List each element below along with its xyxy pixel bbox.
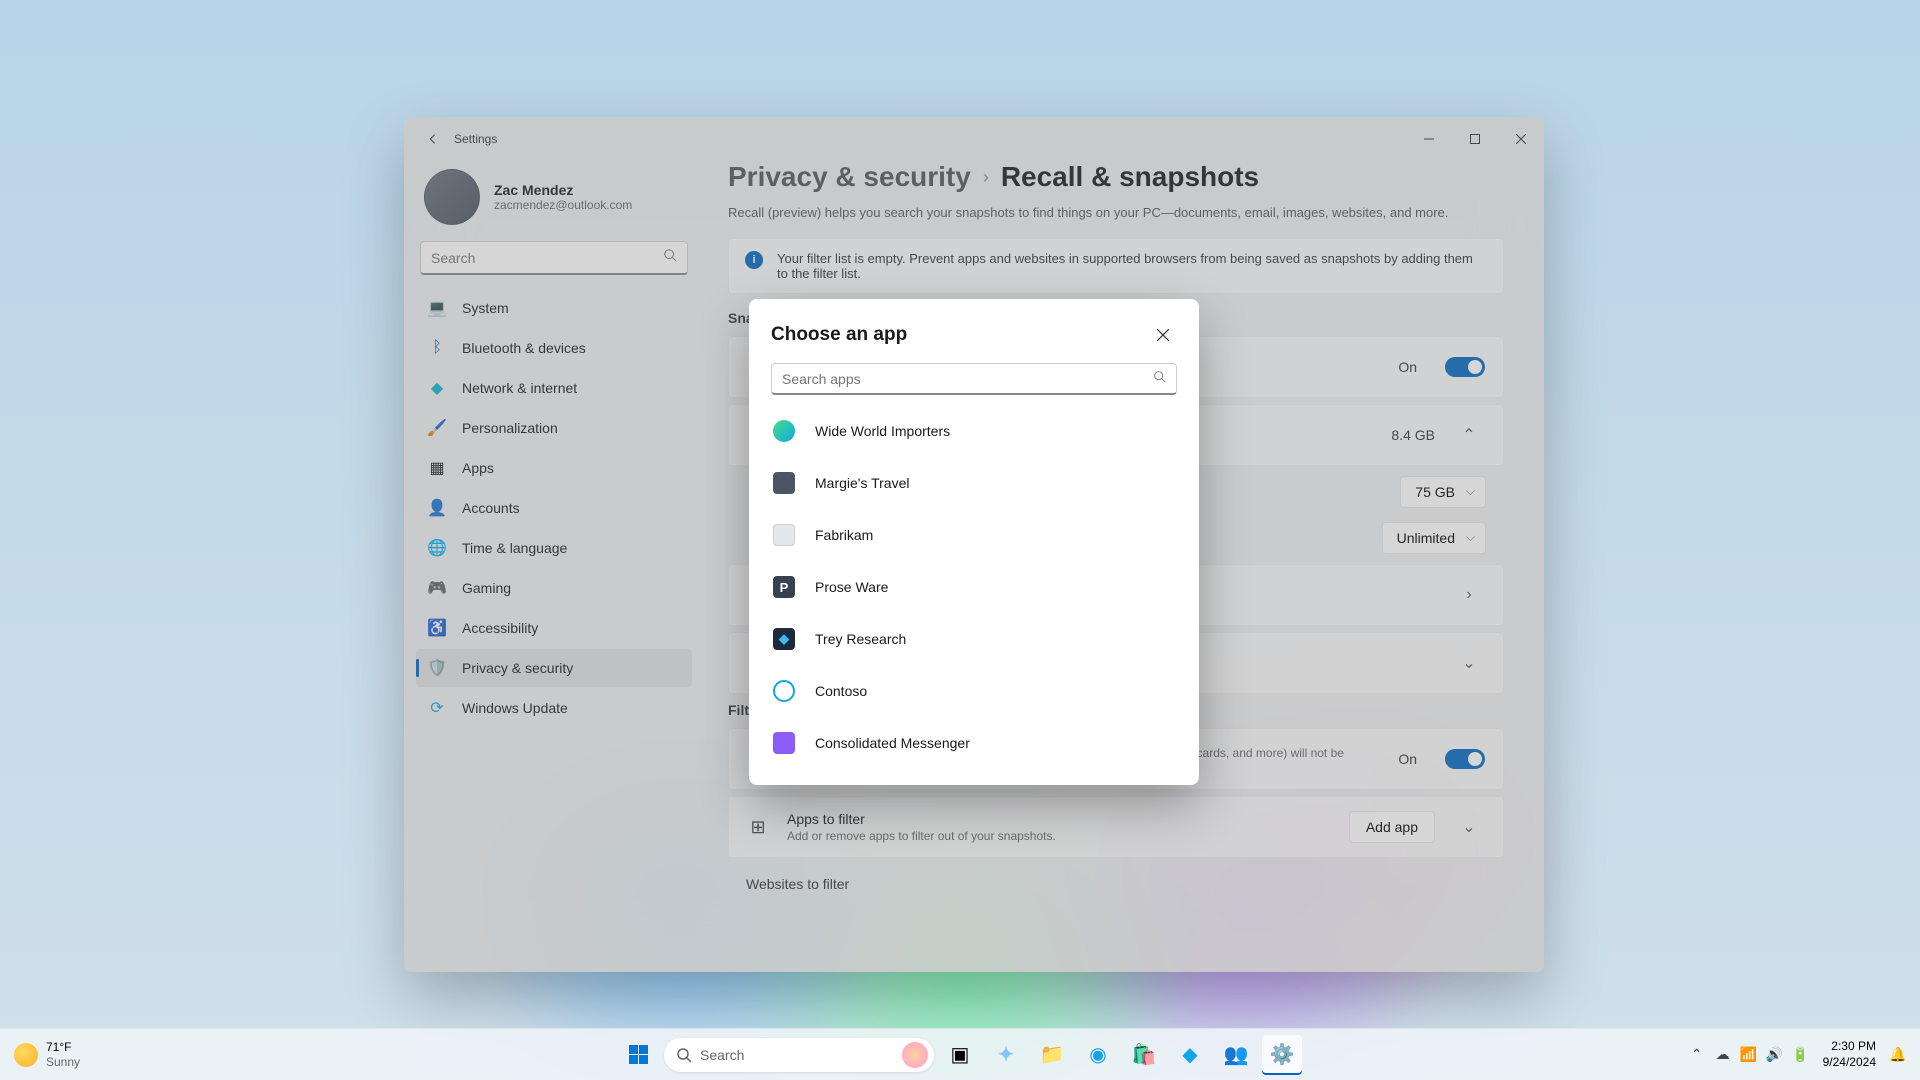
modal-search[interactable] xyxy=(771,363,1177,395)
app-icon xyxy=(773,732,795,754)
app-item[interactable]: ◆Trey Research xyxy=(763,613,1193,665)
copilot-button[interactable]: ✦ xyxy=(986,1035,1026,1075)
teams-button[interactable]: 👥 xyxy=(1216,1035,1256,1075)
tray-wifi[interactable]: 📶 xyxy=(1737,1035,1761,1075)
settings-button[interactable]: ⚙️ xyxy=(1262,1035,1302,1075)
search-icon xyxy=(1153,370,1166,388)
app-item[interactable]: Consolidated Messenger xyxy=(763,717,1193,769)
modal-overlay[interactable]: Choose an app Wide World Importers Margi… xyxy=(404,117,1544,972)
app-button-1[interactable]: ◆ xyxy=(1170,1035,1210,1075)
edge-button[interactable]: ◉ xyxy=(1078,1035,1118,1075)
tray-volume[interactable]: 🔊 xyxy=(1763,1035,1787,1075)
store-button[interactable]: 🛍️ xyxy=(1124,1035,1164,1075)
app-item[interactable]: Wide World Importers xyxy=(763,405,1193,457)
taskbar-search-label: Search xyxy=(700,1047,894,1063)
taskbar-clock[interactable]: 2:30 PM 9/24/2024 xyxy=(1815,1039,1884,1070)
app-icon xyxy=(773,472,795,494)
app-icon xyxy=(773,420,795,442)
clock-time: 2:30 PM xyxy=(1823,1039,1876,1055)
app-item[interactable]: Fabrikam xyxy=(763,509,1193,561)
app-item[interactable]: PProse Ware xyxy=(763,561,1193,613)
weather-cond: Sunny xyxy=(46,1055,80,1069)
taskbar-weather[interactable]: 71°F Sunny xyxy=(14,1040,80,1069)
taskbar-search[interactable]: Search xyxy=(664,1038,934,1072)
search-highlight-icon xyxy=(902,1042,928,1068)
weather-temp: 71°F xyxy=(46,1040,80,1054)
taskview-button[interactable]: ▣ xyxy=(940,1035,980,1075)
modal-title: Choose an app xyxy=(771,324,907,346)
app-icon xyxy=(773,680,795,702)
tray-chevron[interactable]: ⌃ xyxy=(1685,1035,1709,1075)
app-item[interactable]: Contoso xyxy=(763,665,1193,717)
app-icon xyxy=(773,524,795,546)
start-button[interactable] xyxy=(618,1035,658,1075)
tray-battery[interactable]: 🔋 xyxy=(1789,1035,1813,1075)
app-icon: P xyxy=(773,576,795,598)
modal-search-input[interactable] xyxy=(782,371,1153,387)
settings-window: Settings Zac Mendez zacmendez@outlook.co… xyxy=(404,117,1544,972)
clock-date: 9/24/2024 xyxy=(1823,1055,1876,1071)
app-list[interactable]: Wide World Importers Margie's Travel Fab… xyxy=(749,399,1199,775)
taskbar: 71°F Sunny Search ▣ ✦ 📁 ◉ 🛍️ ◆ 👥 ⚙️ ⌃ ☁ … xyxy=(0,1028,1920,1080)
explorer-button[interactable]: 📁 xyxy=(1032,1035,1072,1075)
modal-close-button[interactable] xyxy=(1149,321,1177,349)
app-item[interactable]: Margie's Travel xyxy=(763,457,1193,509)
tray-onedrive[interactable]: ☁ xyxy=(1711,1035,1735,1075)
choose-app-modal: Choose an app Wide World Importers Margi… xyxy=(749,299,1199,785)
weather-icon xyxy=(14,1043,38,1067)
tray-notifications[interactable]: 🔔 xyxy=(1886,1035,1910,1075)
app-icon: ◆ xyxy=(773,628,795,650)
